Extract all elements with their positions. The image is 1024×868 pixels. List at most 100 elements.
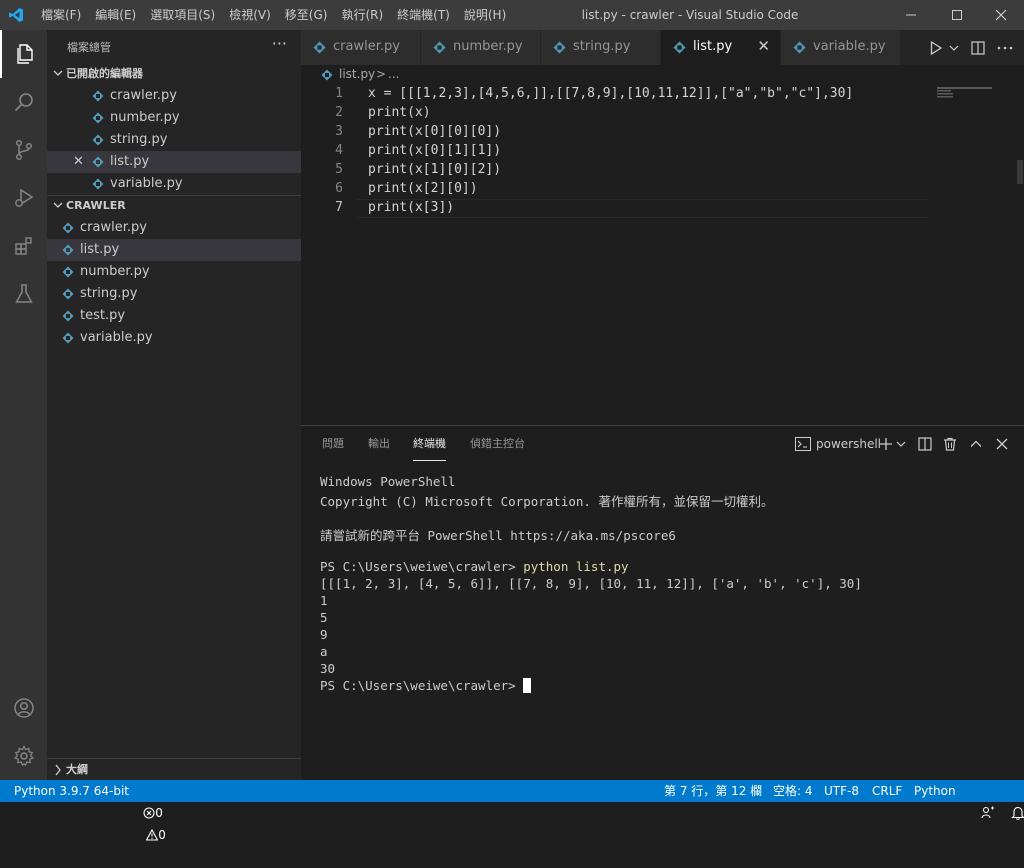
outline-section-header[interactable]: 大綱 — [47, 759, 301, 781]
terminal-line: 1 — [320, 593, 328, 608]
run-options-dropdown[interactable] — [947, 30, 961, 65]
code-line[interactable]: print(x[3]) — [368, 200, 454, 215]
code-line[interactable]: print(x[1][0][2]) — [368, 162, 501, 177]
terminal-cursor — [523, 678, 532, 693]
python-file-icon — [321, 69, 333, 81]
menu-selection[interactable]: 選取項目(S) — [143, 0, 222, 30]
code-line[interactable]: x = [[[1,2,3],[4,5,6,]],[[7,8,9],[10,11,… — [368, 86, 853, 101]
file-item-string[interactable]: string.py — [47, 283, 301, 305]
file-item-number[interactable]: number.py — [47, 261, 301, 283]
tab-variable[interactable]: variable.py — [781, 30, 901, 65]
code-line[interactable]: print(x[0][1][1]) — [368, 143, 501, 158]
maximize-panel-button[interactable] — [969, 434, 983, 454]
menu-terminal[interactable]: 終端機(T) — [390, 0, 457, 30]
bell-icon — [1011, 806, 1024, 820]
split-editor-button[interactable] — [965, 30, 991, 65]
panel-tab-debug-console[interactable]: 偵錯主控台 — [470, 426, 525, 461]
problems-status[interactable]: 0 0 — [128, 780, 166, 842]
activity-bar — [0, 30, 47, 780]
terminal-options-dropdown[interactable] — [896, 434, 906, 454]
status-bar: Python 3.9.7 64-bit 0 0 第 7 行，第 12 欄 空格:… — [0, 780, 1024, 842]
notifications-button[interactable] — [996, 780, 1024, 820]
menu-view[interactable]: 檢視(V) — [222, 0, 278, 30]
language-mode-status[interactable]: Python — [914, 780, 956, 802]
workspace-label: CRAWLER — [66, 199, 126, 212]
panel-tab-problems[interactable]: 問題 — [322, 426, 344, 461]
source-control-icon — [15, 139, 32, 161]
tab-close-button[interactable]: ✕ — [757, 37, 770, 55]
close-window-button[interactable] — [978, 0, 1024, 30]
menu-help[interactable]: 說明(H) — [457, 0, 513, 30]
open-editor-item-string[interactable]: string.py — [47, 129, 301, 151]
vscode-logo-icon[interactable] — [8, 7, 24, 23]
breadcrumb-file[interactable]: list.py — [339, 67, 375, 81]
tab-string[interactable]: string.py — [541, 30, 661, 65]
split-terminal-button[interactable] — [918, 434, 932, 454]
python-file-icon — [92, 178, 104, 190]
menu-go[interactable]: 移至(G) — [278, 0, 335, 30]
file-item-test[interactable]: test.py — [47, 305, 301, 327]
accounts-activity-button[interactable] — [0, 684, 47, 732]
open-editor-item-crawler[interactable]: crawler.py — [47, 85, 301, 107]
code-line[interactable]: print(x) — [368, 105, 431, 120]
chevron-down-icon — [949, 45, 959, 51]
run-debug-activity-button[interactable] — [0, 174, 47, 222]
indentation-status[interactable]: 空格: 4 — [773, 780, 813, 802]
editor-scrollbar[interactable] — [1014, 85, 1024, 425]
line-number: 2 — [335, 105, 343, 120]
file-item-list[interactable]: list.py — [47, 239, 301, 261]
code-line[interactable]: print(x[0][0][0]) — [368, 124, 501, 139]
menu-file[interactable]: 檔案(F) — [34, 0, 88, 30]
testing-activity-button[interactable] — [0, 270, 47, 318]
terminal-prompt-line: PS C:\Users\weiwe\crawler> — [320, 678, 532, 693]
eol-status[interactable]: CRLF — [872, 780, 902, 802]
extensions-activity-button[interactable] — [0, 222, 47, 270]
code-line[interactable]: print(x[2][0]) — [368, 181, 478, 196]
breadcrumb-symbols[interactable]: ... — [388, 67, 399, 81]
minimize-button[interactable] — [888, 0, 934, 30]
python-file-icon — [62, 288, 74, 300]
maximize-button[interactable] — [934, 0, 980, 30]
minimap[interactable] — [937, 85, 1017, 105]
split-terminal-icon — [918, 437, 932, 451]
chevron-up-icon — [970, 440, 982, 447]
error-count: 0 — [155, 806, 163, 820]
more-actions-button[interactable] — [991, 30, 1019, 65]
error-icon — [143, 807, 155, 819]
workspace-section-header[interactable]: CRAWLER — [47, 195, 301, 217]
panel-tab-terminal[interactable]: 終端機 — [413, 426, 446, 461]
close-panel-button[interactable] — [995, 434, 1009, 454]
close-editor-button[interactable]: ✕ — [73, 151, 84, 173]
cursor-position-status[interactable]: 第 7 行，第 12 欄 — [664, 780, 762, 802]
warning-count: 0 — [158, 828, 166, 842]
panel-tab-output[interactable]: 輸出 — [368, 426, 390, 461]
tab-crawler[interactable]: crawler.py — [301, 30, 421, 65]
kill-terminal-button[interactable] — [943, 434, 957, 454]
encoding-status[interactable]: UTF-8 — [824, 780, 859, 802]
open-editors-label: 已開啟的編輯器 — [66, 67, 143, 80]
open-editor-item-number[interactable]: number.py — [47, 107, 301, 129]
feedback-button[interactable] — [966, 780, 995, 819]
code-editor[interactable]: 1 2 3 4 5 6 7 x = [[[1,2,3],[4,5,6,]],[[… — [301, 85, 941, 415]
manage-activity-button[interactable] — [0, 732, 47, 780]
run-python-file-button[interactable] — [925, 30, 947, 65]
terminal-selector[interactable]: powershell — [795, 434, 881, 454]
chevron-right-icon — [55, 764, 61, 776]
open-editor-item-list[interactable]: ✕ list.py — [47, 151, 301, 173]
open-editor-item-variable[interactable]: variable.py — [47, 173, 301, 195]
trash-icon — [944, 437, 956, 451]
open-editors-section-header[interactable]: 已開啟的編輯器 — [47, 63, 301, 85]
file-item-variable[interactable]: variable.py — [47, 327, 301, 349]
menu-run[interactable]: 執行(R) — [334, 0, 390, 30]
new-terminal-button[interactable] — [879, 434, 893, 454]
source-control-activity-button[interactable] — [0, 126, 47, 174]
menu-edit[interactable]: 編輯(E) — [88, 0, 143, 30]
terminal-prompt-line: PS C:\Users\weiwe\crawler> python list.p… — [320, 559, 629, 574]
tab-list[interactable]: list.py ✕ — [661, 30, 781, 65]
search-activity-button[interactable] — [0, 78, 47, 126]
python-interpreter-status[interactable]: Python 3.9.7 64-bit — [14, 780, 129, 802]
tab-number[interactable]: number.py — [421, 30, 541, 65]
sidebar-more-actions[interactable]: ··· — [272, 34, 287, 53]
explorer-activity-button[interactable] — [0, 30, 47, 78]
file-item-crawler[interactable]: crawler.py — [47, 217, 301, 239]
